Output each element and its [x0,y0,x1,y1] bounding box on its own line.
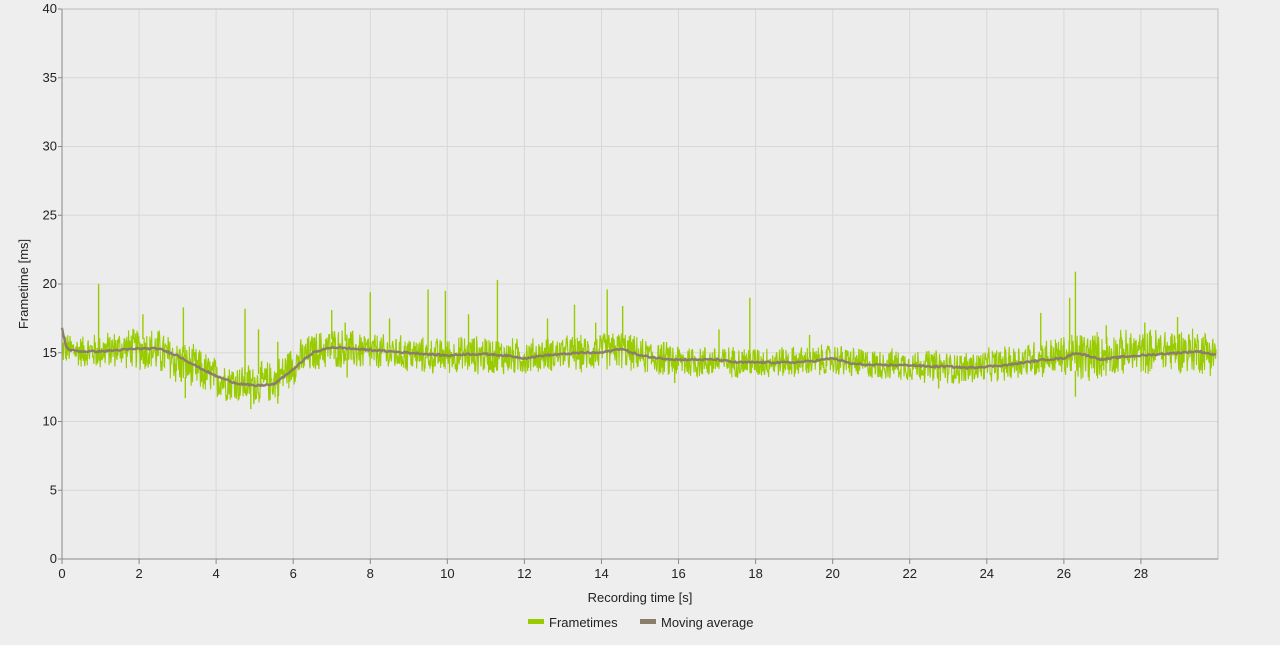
y-tick-label: 15 [43,345,57,360]
x-tick-label: 26 [1057,566,1071,581]
x-tick-label: 10 [440,566,454,581]
x-tick-label: 18 [748,566,762,581]
x-tick-label: 22 [902,566,916,581]
x-tick-label: 6 [290,566,297,581]
y-tick-label: 35 [43,70,57,85]
x-axis-title: Recording time [s] [588,590,693,605]
x-tick-label: 4 [213,566,220,581]
x-tick-label: 0 [58,566,65,581]
x-tick-label: 20 [825,566,839,581]
x-tick-label: 2 [135,566,142,581]
x-tick-label: 14 [594,566,608,581]
y-tick-label: 20 [43,276,57,291]
y-tick-label: 5 [50,482,57,497]
x-tick-label: 24 [980,566,994,581]
y-tick-label: 40 [43,1,57,16]
legend-swatch-frametimes [528,619,544,624]
y-tick-label: 0 [50,551,57,566]
frametime-chart: 0 5 10 15 20 25 30 35 40 0 2 4 6 8 10 12 14 16 18 20 22 24 26 2… [0,0,1280,640]
x-tick-label: 28 [1134,566,1148,581]
y-tick-label: 25 [43,207,57,222]
y-axis-title: Frametime [ms] [16,239,31,329]
y-tick-label: 30 [43,139,57,154]
legend-label-moving-average: Moving average [661,615,754,630]
x-tick-label: 12 [517,566,531,581]
legend-swatch-moving-average [640,619,656,624]
x-tick-label: 8 [367,566,374,581]
legend-label-frametimes: Frametimes [549,615,618,630]
y-tick-label: 10 [43,414,57,429]
x-tick-label: 16 [671,566,685,581]
chart-canvas: 05101520253035400 2 4 6 8 10 12 14 16 18 20 22 24 26 2… [0,0,1280,640]
